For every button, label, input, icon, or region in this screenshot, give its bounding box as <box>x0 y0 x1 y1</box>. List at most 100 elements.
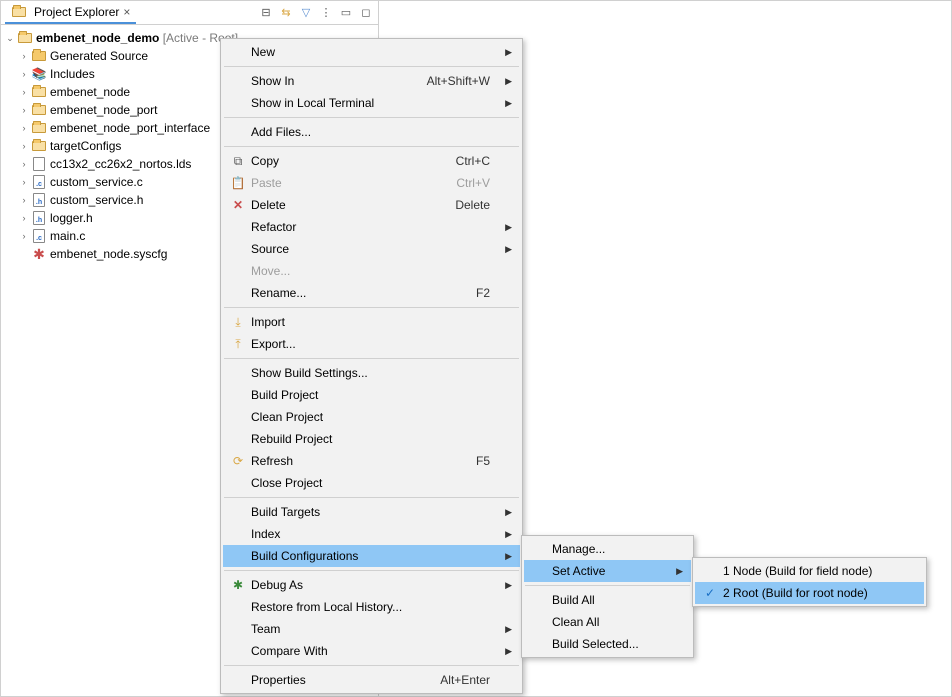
submenu-item-manage[interactable]: Manage... <box>524 538 691 560</box>
menu-item-label: Source <box>251 242 494 256</box>
menu-item-label: Debug As <box>251 578 494 592</box>
menu-separator <box>224 66 519 67</box>
blank-icon <box>225 472 251 494</box>
menu-shortcut: Alt+Shift+W <box>427 74 490 88</box>
menu-item-label: Build Project <box>251 388 494 402</box>
config-item-1-node-build-for-field-node[interactable]: 1 Node (Build for field node) <box>695 560 924 582</box>
menu-item-label: Export... <box>251 337 494 351</box>
menu-item-build-targets[interactable]: Build Targets▶ <box>223 501 520 523</box>
menu-item-refactor[interactable]: Refactor▶ <box>223 216 520 238</box>
blank-icon <box>225 618 251 640</box>
tree-item-label: targetConfigs <box>50 139 121 153</box>
menu-item-team[interactable]: Team▶ <box>223 618 520 640</box>
menu-item-import[interactable]: ⤓Import <box>223 311 520 333</box>
link-editor-icon[interactable]: ⇆ <box>278 5 294 21</box>
menu-item-label: New <box>251 45 494 59</box>
close-icon[interactable]: × <box>123 5 130 19</box>
menu-item-show-in[interactable]: Show InAlt+Shift+W▶ <box>223 70 520 92</box>
expand-arrow-icon[interactable]: › <box>17 85 31 99</box>
menu-item-export[interactable]: ⤒Export... <box>223 333 520 355</box>
menu-item-rename[interactable]: Rename...F2 <box>223 282 520 304</box>
menu-item-new[interactable]: New▶ <box>223 41 520 63</box>
menu-item-label: 2 Root (Build for root node) <box>723 586 898 600</box>
menu-item-debug-as[interactable]: ✱Debug As▶ <box>223 574 520 596</box>
folder-icon <box>11 4 27 20</box>
expand-arrow-icon[interactable]: › <box>17 157 31 171</box>
blank-icon <box>225 282 251 304</box>
blank-icon <box>225 362 251 384</box>
blank-icon <box>225 596 251 618</box>
blank-icon <box>225 92 251 114</box>
menu-item-label: Clean All <box>552 615 665 629</box>
menu-item-label: Show In <box>251 74 427 88</box>
menu-item-rebuild-project[interactable]: Rebuild Project <box>223 428 520 450</box>
menu-item-properties[interactable]: PropertiesAlt+Enter <box>223 669 520 691</box>
menu-item-refresh[interactable]: ⟳RefreshF5 <box>223 450 520 472</box>
submenu-arrow-icon: ▶ <box>505 624 512 635</box>
blank-icon <box>225 640 251 662</box>
menu-item-index[interactable]: Index▶ <box>223 523 520 545</box>
expand-arrow-icon[interactable]: › <box>17 139 31 153</box>
expand-arrow-icon[interactable]: › <box>17 175 31 189</box>
menu-item-build-configurations[interactable]: Build Configurations ▶ <box>223 545 520 567</box>
submenu-item-build-all[interactable]: Build All <box>524 589 691 611</box>
expand-arrow-icon[interactable]: › <box>17 229 31 243</box>
menu-item-show-in-local-terminal[interactable]: Show in Local Terminal▶ <box>223 92 520 114</box>
debug-icon: ✱ <box>225 574 251 596</box>
menu-item-copy[interactable]: ⧉CopyCtrl+C <box>223 150 520 172</box>
submenu-item-clean-all[interactable]: Clean All <box>524 611 691 633</box>
expand-arrow-icon[interactable]: › <box>17 49 31 63</box>
menu-item-add-files[interactable]: Add Files... <box>223 121 520 143</box>
expand-arrow-icon[interactable]: › <box>17 67 31 81</box>
tree-item-label: embenet_node.syscfg <box>50 247 167 261</box>
menu-item-delete[interactable]: ✕DeleteDelete <box>223 194 520 216</box>
submenu-arrow-icon: ▶ <box>505 529 512 540</box>
minimize-icon[interactable]: ▭ <box>338 5 354 21</box>
maximize-icon[interactable]: ◻ <box>358 5 374 21</box>
blank-icon <box>225 216 251 238</box>
menu-item-clean-project[interactable]: Clean Project <box>223 406 520 428</box>
project-name: embenet_node_demo <box>36 31 159 45</box>
menu-item-label: Add Files... <box>251 125 494 139</box>
blank-icon <box>225 428 251 450</box>
menu-item-source[interactable]: Source ▶ <box>223 238 520 260</box>
menu-item-label: Set Active <box>552 564 665 578</box>
menu-item-label: Refactor <box>251 220 494 234</box>
menu-separator <box>224 665 519 666</box>
tree-item-label: custom_service.h <box>50 193 143 207</box>
menu-item-restore-from-local-history[interactable]: Restore from Local History... <box>223 596 520 618</box>
blank-icon <box>225 238 251 260</box>
expand-arrow-icon[interactable]: › <box>17 121 31 135</box>
expand-arrow-icon[interactable]: › <box>17 211 31 225</box>
filter-icon[interactable]: ▽ <box>298 5 314 21</box>
submenu-item-set-active[interactable]: Set Active▶ <box>524 560 691 582</box>
blank-icon <box>225 41 251 63</box>
submenu-item-build-selected[interactable]: Build Selected... <box>524 633 691 655</box>
expand-arrow-icon[interactable]: › <box>17 193 31 207</box>
expand-arrow-icon[interactable]: ⌄ <box>3 31 17 45</box>
tree-item-icon: ✱ <box>31 246 47 262</box>
menu-item-compare-with[interactable]: Compare With▶ <box>223 640 520 662</box>
expand-arrow-icon[interactable]: › <box>17 103 31 117</box>
tree-item-label: custom_service.c <box>50 175 143 189</box>
menu-item-label: Build Configurations <box>251 549 494 563</box>
tree-item-icon <box>31 48 47 64</box>
tree-item-label: embenet_node_port <box>50 103 157 117</box>
menu-item-paste: 📋PasteCtrl+V <box>223 172 520 194</box>
blank-icon <box>225 501 251 523</box>
submenu-arrow-icon: ▶ <box>505 244 512 255</box>
submenu-arrow-icon: ▶ <box>505 551 512 562</box>
submenu-arrow-icon: ▶ <box>505 507 512 518</box>
menu-item-build-project[interactable]: Build Project <box>223 384 520 406</box>
collapse-all-icon[interactable]: ⊟ <box>258 5 274 21</box>
view-menu-icon[interactable]: ⋮ <box>318 5 334 21</box>
menu-item-label: Manage... <box>552 542 665 556</box>
menu-item-show-build-settings[interactable]: Show Build Settings... <box>223 362 520 384</box>
tab-project-explorer[interactable]: Project Explorer × <box>5 2 136 24</box>
blank-icon <box>225 260 251 282</box>
check-icon: ✓ <box>697 586 723 600</box>
menu-item-close-project[interactable]: Close Project <box>223 472 520 494</box>
blank-icon <box>225 384 251 406</box>
menu-item-label: Compare With <box>251 644 494 658</box>
config-item-2-root-build-for-root-node[interactable]: ✓2 Root (Build for root node) <box>695 582 924 604</box>
